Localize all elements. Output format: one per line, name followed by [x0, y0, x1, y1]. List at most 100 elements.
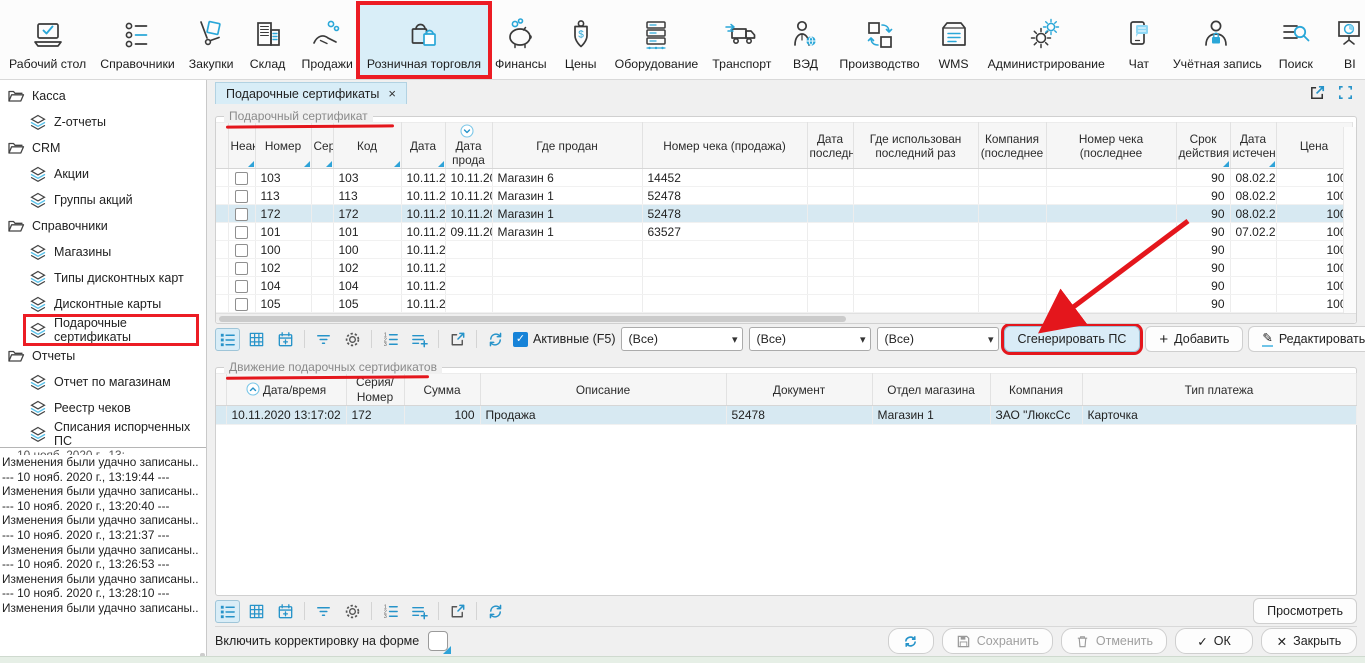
- column-header-тип-платежа[interactable]: Тип платежа: [1082, 374, 1356, 405]
- row-checkbox[interactable]: [235, 190, 248, 203]
- ok-button[interactable]: ✓ ОК: [1175, 628, 1253, 654]
- column-header-номер-чека-продажа[interactable]: Номер чека (продажа): [642, 123, 807, 169]
- row-checkbox[interactable]: [235, 208, 248, 221]
- tree-item-акции[interactable]: Акции: [0, 161, 206, 187]
- open-external-icon[interactable]: [445, 328, 470, 351]
- column-header-сумма[interactable]: Сумма: [404, 374, 480, 405]
- tree-item-касса[interactable]: Касса: [0, 83, 206, 109]
- tree-item-crm[interactable]: CRM: [0, 135, 206, 161]
- sort-up-icon[interactable]: [246, 382, 260, 396]
- column-header-отдел-магазина[interactable]: Отдел магазина: [872, 374, 990, 405]
- table-row[interactable]: 10010010.11.2090100: [216, 241, 1352, 259]
- nav-item-administration[interactable]: Администрирование: [981, 5, 1112, 75]
- nav-item-prices[interactable]: $Цены: [554, 5, 608, 75]
- column-header-неак[interactable]: Неак: [228, 123, 255, 169]
- column-header-где-использован-последний-раз[interactable]: Где использован последний раз: [853, 123, 978, 169]
- list-view-icon[interactable]: [215, 328, 240, 351]
- row-checkbox[interactable]: [235, 244, 248, 257]
- numbered-list-icon[interactable]: 123: [378, 600, 403, 623]
- log-scrollbar[interactable]: [200, 653, 205, 656]
- filter-icon[interactable]: [311, 328, 336, 351]
- settings-icon[interactable]: [340, 600, 365, 623]
- generate-certificate-button[interactable]: Сгенерировать ПС: [1004, 326, 1141, 352]
- list-view-icon[interactable]: [215, 600, 240, 623]
- tree-item-z-отчеты[interactable]: Z-отчеты: [0, 109, 206, 135]
- add-to-list-icon[interactable]: [407, 600, 432, 623]
- table-row[interactable]: 10210210.11.2090100: [216, 259, 1352, 277]
- open-external-icon[interactable]: [445, 600, 470, 623]
- row-checkbox[interactable]: [235, 262, 248, 275]
- close-button[interactable]: ✕ Закрыть: [1261, 628, 1357, 654]
- vertical-scrollbar[interactable]: [1343, 127, 1356, 313]
- filter-dropdown-1[interactable]: (Все)▾: [621, 327, 743, 351]
- correction-checkbox[interactable]: [428, 631, 448, 651]
- filter-icon[interactable]: [311, 600, 336, 623]
- checkbox-checked-icon[interactable]: ✓: [513, 332, 528, 347]
- nav-item-ved[interactable]: ВЭД: [778, 5, 832, 75]
- grid-view-icon[interactable]: [244, 328, 269, 351]
- nav-item-bi[interactable]: BI: [1323, 5, 1365, 75]
- tree-item-списания-испорченных-пс[interactable]: Списания испорченных ПС: [0, 421, 206, 447]
- nav-item-warehouse[interactable]: Склад: [241, 5, 295, 75]
- table-row[interactable]: 11311310.11.2010.11.20Магазин 1524789008…: [216, 187, 1352, 205]
- nav-item-search[interactable]: Поиск: [1269, 5, 1323, 75]
- column-header-код[interactable]: Код: [333, 123, 401, 169]
- column-header-где-продан[interactable]: Где продан: [492, 123, 642, 169]
- column-header-описание[interactable]: Описание: [480, 374, 726, 405]
- nav-item-desktop[interactable]: Рабочий стол: [2, 5, 93, 75]
- refresh-icon[interactable]: [483, 328, 508, 351]
- row-checkbox[interactable]: [235, 226, 248, 239]
- column-header-документ[interactable]: Документ: [726, 374, 872, 405]
- add-button[interactable]: + Добавить: [1145, 326, 1243, 352]
- tree-item-дисконтные-карты[interactable]: Дисконтные карты: [0, 291, 206, 317]
- tree-item-магазины[interactable]: Магазины: [0, 239, 206, 265]
- calendar-view-icon[interactable]: [273, 600, 298, 623]
- fullscreen-icon[interactable]: [1336, 83, 1355, 102]
- tree-item-группы-акций[interactable]: Группы акций: [0, 187, 206, 213]
- column-header-дата-последн[interactable]: Дата последн: [807, 123, 853, 169]
- tree-item-справочники[interactable]: Справочники: [0, 213, 206, 239]
- filter-dropdown-2[interactable]: (Все)▾: [749, 327, 871, 351]
- row-checkbox[interactable]: [235, 172, 248, 185]
- row-checkbox[interactable]: [235, 280, 248, 293]
- refresh-button[interactable]: [888, 628, 934, 654]
- tab-close-icon[interactable]: ×: [388, 87, 396, 100]
- column-header-компания[interactable]: Компания: [990, 374, 1082, 405]
- horizontal-scrollbar[interactable]: [216, 313, 1356, 323]
- tree-item-подарочные-сертификаты[interactable]: Подарочные сертификаты: [0, 317, 206, 343]
- sort-down-icon[interactable]: [460, 124, 474, 138]
- tree-item-отчет-по-магазинам[interactable]: Отчет по магазинам: [0, 369, 206, 395]
- save-button[interactable]: Сохранить: [942, 628, 1053, 654]
- settings-icon[interactable]: [340, 328, 365, 351]
- numbered-list-icon[interactable]: 123: [378, 328, 403, 351]
- column-header-срок-действия[interactable]: Срок действия: [1176, 123, 1230, 169]
- table-row[interactable]: 10.11.2020 13:17:02172100Продажа52478Маг…: [216, 405, 1356, 424]
- nav-item-chat[interactable]: Чат: [1112, 5, 1166, 75]
- nav-item-purchases[interactable]: Закупки: [182, 5, 241, 75]
- nav-item-finance[interactable]: Финансы: [488, 5, 554, 75]
- tree-item-реестр-чеков[interactable]: Реестр чеков: [0, 395, 206, 421]
- column-header-дата-истечен[interactable]: Дата истечен: [1230, 123, 1276, 169]
- edit-button[interactable]: ✎ Редактировать: [1248, 326, 1365, 352]
- calendar-view-icon[interactable]: [273, 328, 298, 351]
- table-row[interactable]: 17217210.11.2010.11.20Магазин 1524789008…: [216, 205, 1352, 223]
- table-row[interactable]: 10410410.11.2090100: [216, 277, 1352, 295]
- filter-dropdown-3[interactable]: (Все)▾: [877, 327, 999, 351]
- nav-item-wms[interactable]: WMS: [927, 5, 981, 75]
- tree-item-типы-дисконтных-карт[interactable]: Типы дисконтных карт: [0, 265, 206, 291]
- nav-item-retail[interactable]: Розничная торговля: [360, 5, 488, 75]
- active-filter-checkbox[interactable]: ✓ Активные (F5): [513, 332, 616, 347]
- nav-item-account[interactable]: Учётная запись: [1166, 5, 1269, 75]
- column-header-номер-чека-последнее[interactable]: Номер чека (последнее: [1046, 123, 1176, 169]
- view-button[interactable]: Просмотреть: [1253, 598, 1357, 624]
- nav-item-sales[interactable]: Продажи: [295, 5, 360, 75]
- row-checkbox[interactable]: [235, 298, 248, 311]
- nav-item-equipment[interactable]: Оборудование: [608, 5, 706, 75]
- column-header-компания-последнее[interactable]: Компания (последнее: [978, 123, 1046, 169]
- tree-item-отчеты[interactable]: Отчеты: [0, 343, 206, 369]
- nav-item-production[interactable]: Производство: [832, 5, 926, 75]
- column-header-номер[interactable]: Номер: [255, 123, 311, 169]
- column-header-дата-прода[interactable]: Дата прода: [445, 123, 492, 169]
- column-header-дата[interactable]: Дата: [401, 123, 445, 169]
- column-header-gutter[interactable]: [216, 123, 228, 169]
